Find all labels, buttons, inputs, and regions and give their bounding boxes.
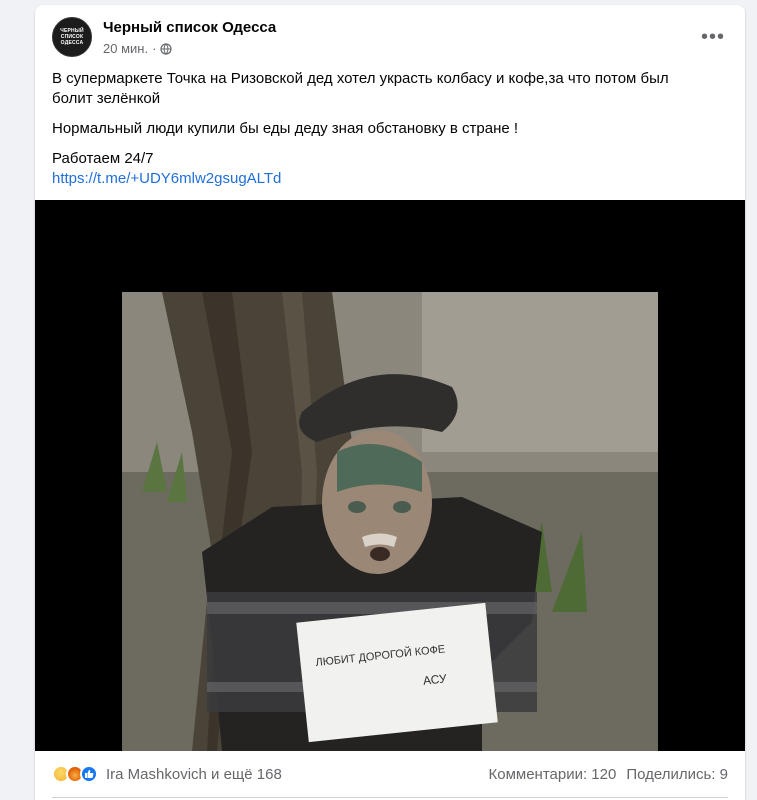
reactions-bar: Ira Mashkovich и ещё 168 Комментарии: 12… (35, 751, 745, 797)
comments-count[interactable]: Комментарии: 120 (489, 766, 617, 783)
page-name-link[interactable]: Черный список Одесса (103, 19, 276, 36)
video-frame: ЛЮБИТ ДОРОГОЙ КОФЕ АСУ (122, 292, 658, 751)
video-player[interactable]: ЛЮБИТ ДОРОГОЙ КОФЕ АСУ (35, 200, 745, 751)
post-time[interactable]: 20 мин. (103, 41, 148, 56)
avatar-text-line: ОДЕССА (60, 40, 84, 46)
reaction-icons[interactable] (52, 765, 98, 783)
post-paragraph: В супермаркете Точка на Ризовской дед хо… (52, 70, 669, 107)
more-options-button[interactable]: ••• (695, 23, 731, 51)
telegram-link[interactable]: https://t.me/+UDY6mlw2gsugALTd (52, 170, 281, 187)
video-still: ЛЮБИТ ДОРОГОЙ КОФЕ АСУ (122, 292, 658, 751)
globe-icon (160, 42, 173, 55)
page-avatar[interactable]: ЧЕРНЫЙ СПИСОК ОДЕССА (52, 17, 92, 57)
post-paragraph: Работаем 24/7 (52, 150, 154, 167)
post-header: ЧЕРНЫЙ СПИСОК ОДЕССА Черный список Одесс… (35, 5, 745, 65)
reactors-text[interactable]: Ira Mashkovich и ещё 168 (106, 766, 282, 783)
post-stats: Комментарии: 120 Поделились: 9 (489, 766, 729, 783)
like-icon (80, 765, 98, 783)
shares-count[interactable]: Поделились: 9 (626, 766, 728, 783)
post-paragraph: Нормальный люди купили бы еды деду зная … (52, 120, 519, 137)
post-text: В супермаркете Точка на Ризовской дед хо… (52, 69, 712, 189)
post-meta: 20 мин. · (103, 41, 173, 56)
post-card: ЧЕРНЫЙ СПИСОК ОДЕССА Черный список Одесс… (35, 5, 745, 800)
sign-text-2: АСУ (422, 671, 447, 687)
divider (52, 797, 728, 798)
meta-separator: · (152, 41, 157, 56)
